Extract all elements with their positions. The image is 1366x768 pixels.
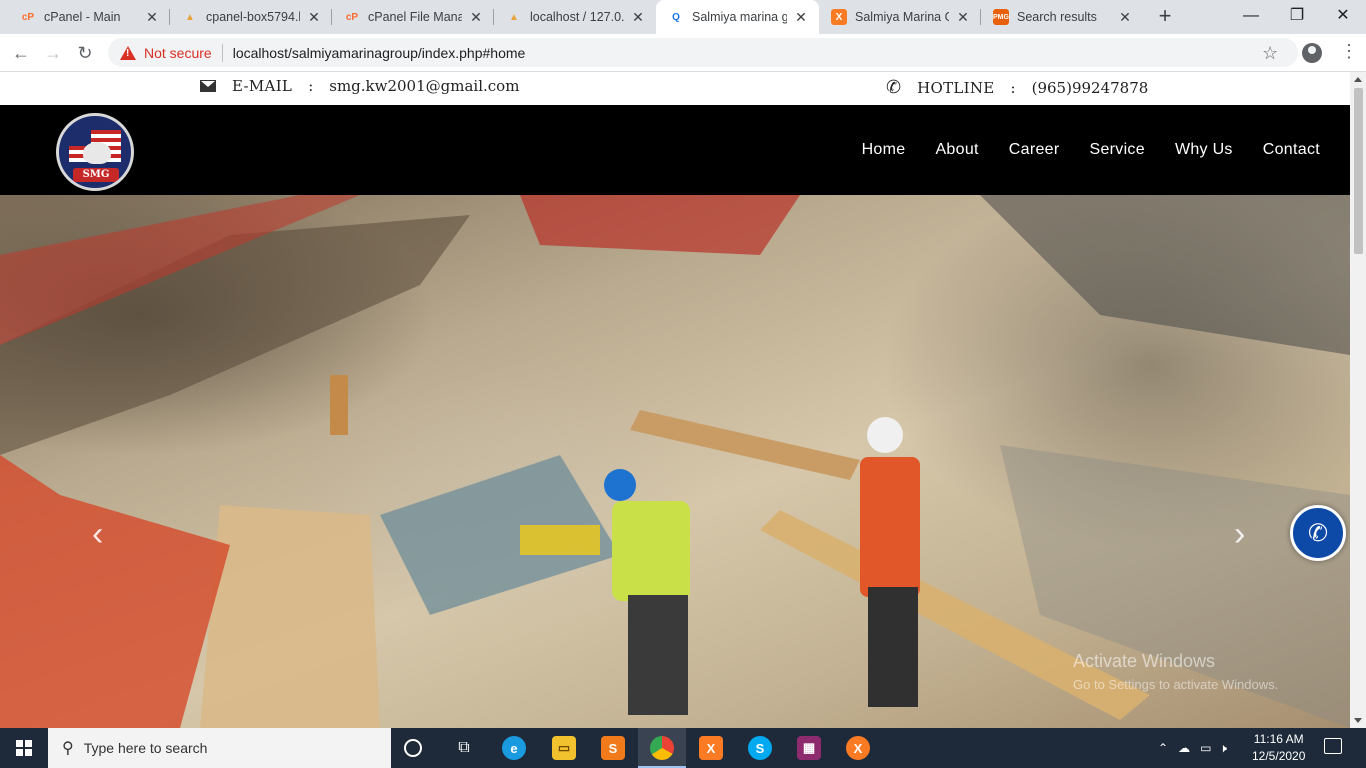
address-toolbar: ← → ↻ Not secure localhost/salmiyamarina… xyxy=(0,34,1366,72)
winrar-icon[interactable]: ▦ xyxy=(797,736,821,760)
main-nav: Home About Career Service Why Us Contact xyxy=(832,105,1320,195)
close-icon[interactable]: ✕ xyxy=(144,9,160,26)
site-logo[interactable]: SMG xyxy=(56,113,134,191)
pmg-icon: PMG xyxy=(993,9,1009,25)
tab-salmiya-marina-active[interactable]: Q Salmiya marina gro ✕ xyxy=(656,0,819,34)
site-navbar: SMG Home About Career Service Why Us Con… xyxy=(0,105,1350,195)
not-secure-label[interactable]: Not secure xyxy=(144,45,212,61)
tab-salmiya-marina-xampp[interactable]: X Salmiya Marina Gr ✕ xyxy=(819,0,981,34)
forward-button[interactable]: → xyxy=(40,40,66,66)
restore-button[interactable]: ❐ xyxy=(1274,0,1320,34)
warning-icon xyxy=(120,45,136,60)
file-explorer-icon[interactable]: ▭ xyxy=(552,736,576,760)
page-scrollbar[interactable] xyxy=(1350,72,1366,728)
cpanel-icon: cP xyxy=(21,11,35,23)
nav-service[interactable]: Service xyxy=(1089,141,1144,159)
url-text[interactable]: localhost/salmiyamarinagroup/index.php#h… xyxy=(233,45,526,61)
system-tray: ⌃ ☁ ▭ 🕨 xyxy=(1158,728,1227,768)
bookmark-star-icon[interactable]: ☆ xyxy=(1262,43,1278,64)
windows-taskbar: ⚲ Type here to search ⧉ e ▭ S X S ▦ X ⌃ … xyxy=(0,728,1366,768)
contact-info-bar: E-MAIL : smg.kw2001@gmail.com ✆ HOTLINE … xyxy=(0,72,1350,105)
site-icon: Q xyxy=(672,11,680,23)
carousel-prev-arrow[interactable]: ‹ xyxy=(92,515,103,554)
xampp-icon: X xyxy=(831,9,847,25)
hero-image xyxy=(0,195,1350,728)
scroll-down-arrow[interactable] xyxy=(1354,718,1362,723)
edge-icon[interactable]: e xyxy=(502,736,526,760)
tab-search-results[interactable]: PMG Search results ✕ xyxy=(981,0,1143,34)
cpanel-icon: cP xyxy=(345,11,359,23)
new-tab-button[interactable]: + xyxy=(1152,4,1178,30)
start-button[interactable] xyxy=(0,728,48,768)
action-center-icon[interactable] xyxy=(1324,738,1342,754)
phone-handset-icon: ✆ xyxy=(1307,519,1329,547)
chrome-icon[interactable] xyxy=(650,736,674,760)
taskbar-search[interactable]: ⚲ Type here to search xyxy=(48,728,391,768)
tab-cpanel-main[interactable]: cP cPanel - Main ✕ xyxy=(8,0,170,34)
phpmyadmin-icon: ▲ xyxy=(509,11,519,23)
tab-localhost-phpmyadmin[interactable]: ▲ localhost / 127.0.0 ✕ xyxy=(494,0,656,34)
envelope-icon xyxy=(200,80,216,92)
hero-carousel: ‹ › ✆ Activate Windows Go to Settings to… xyxy=(0,195,1350,728)
nav-contact[interactable]: Contact xyxy=(1263,141,1320,159)
show-hidden-icons-icon[interactable]: ⌃ xyxy=(1158,741,1168,755)
hotline-number[interactable]: (965)99247878 xyxy=(1032,79,1149,97)
email-address[interactable]: smg.kw2001@gmail.com xyxy=(329,77,519,95)
close-icon[interactable]: ✕ xyxy=(955,9,971,26)
scroll-thumb[interactable] xyxy=(1354,88,1363,254)
call-button[interactable]: ✆ xyxy=(1290,505,1346,561)
task-view-icon[interactable]: ⧉ xyxy=(452,736,476,760)
minimize-button[interactable]: — xyxy=(1228,0,1274,34)
scroll-up-arrow[interactable] xyxy=(1354,77,1362,82)
network-icon[interactable]: ▭ xyxy=(1200,741,1211,755)
windows-logo-icon xyxy=(16,740,32,756)
onedrive-cloud-icon[interactable]: ☁ xyxy=(1178,741,1190,755)
volume-muted-icon[interactable]: 🕨 xyxy=(1219,741,1227,756)
taskbar-clock[interactable]: 11:16 AM 12/5/2020 xyxy=(1252,731,1305,765)
skype-icon[interactable]: S xyxy=(748,736,772,760)
url-bar[interactable]: Not secure localhost/salmiyamarinagroup/… xyxy=(108,38,1298,67)
activate-windows-subtitle: Go to Settings to activate Windows. xyxy=(1073,677,1279,692)
close-icon[interactable]: ✕ xyxy=(1117,9,1133,26)
nav-career[interactable]: Career xyxy=(1009,141,1060,159)
phpmyadmin-icon: ▲ xyxy=(185,11,195,23)
email-info: E-MAIL : smg.kw2001@gmail.com xyxy=(200,77,519,95)
xampp-icon[interactable]: X xyxy=(699,736,723,760)
close-icon[interactable]: ✕ xyxy=(306,9,322,26)
browser-tab-bar: cP cPanel - Main ✕ ▲ cpanel-box5794.bl ✕… xyxy=(0,0,1366,34)
sublime-text-icon[interactable]: S xyxy=(601,736,625,760)
carousel-next-arrow[interactable]: › xyxy=(1234,515,1245,554)
cortana-icon[interactable] xyxy=(404,739,422,757)
nav-why-us[interactable]: Why Us xyxy=(1175,141,1233,159)
search-icon: ⚲ xyxy=(62,740,74,757)
reload-button[interactable]: ↻ xyxy=(72,40,98,66)
hotline-info: ✆ HOTLINE : (965)99247878 xyxy=(886,77,1149,98)
xampp-control-icon[interactable]: X xyxy=(846,736,870,760)
nav-about[interactable]: About xyxy=(935,141,978,159)
tab-cpanel-file-manager[interactable]: cP cPanel File Manag ✕ xyxy=(332,0,494,34)
back-button[interactable]: ← xyxy=(8,40,34,66)
profile-avatar[interactable] xyxy=(1302,43,1322,63)
activate-windows-title: Activate Windows xyxy=(1073,651,1216,671)
browser-menu-icon[interactable]: ⋮ xyxy=(1340,41,1358,62)
phone-icon: ✆ xyxy=(886,77,902,98)
website-viewport: E-MAIL : smg.kw2001@gmail.com ✆ HOTLINE … xyxy=(0,72,1350,728)
close-icon[interactable]: ✕ xyxy=(793,9,809,26)
close-window-button[interactable]: ✕ xyxy=(1320,0,1366,34)
close-icon[interactable]: ✕ xyxy=(468,9,484,26)
close-icon[interactable]: ✕ xyxy=(630,9,646,26)
tab-cpanel-box[interactable]: ▲ cpanel-box5794.bl ✕ xyxy=(170,0,332,34)
nav-home[interactable]: Home xyxy=(862,141,906,159)
